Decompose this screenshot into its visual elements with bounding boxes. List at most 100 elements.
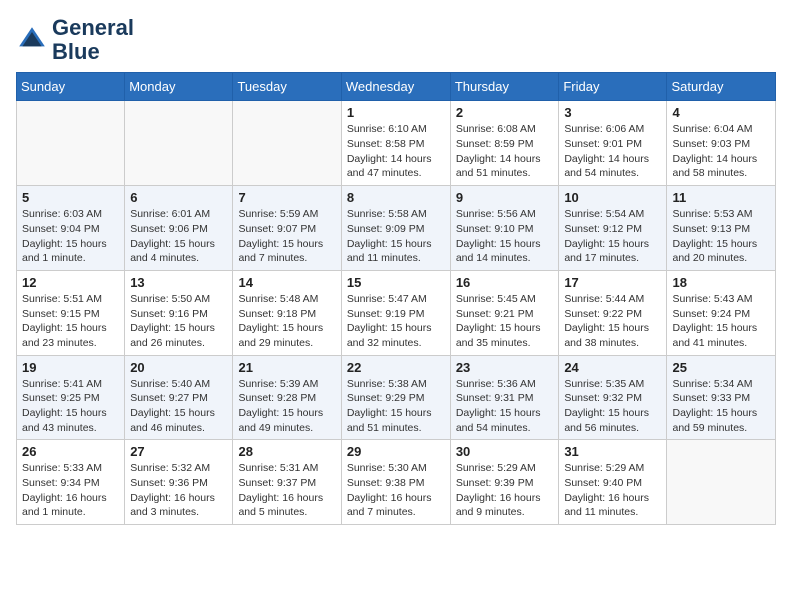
day-number: 4 [672,105,770,120]
day-number: 12 [22,275,119,290]
calendar-cell: 4 Sunrise: 6:04 AM Sunset: 9:03 PM Daylig… [667,101,776,186]
cell-content: Sunrise: 5:31 AM Sunset: 9:37 PM Dayligh… [238,461,335,520]
cell-content: Sunrise: 5:34 AM Sunset: 9:33 PM Dayligh… [672,377,770,436]
calendar-cell: 15 Sunrise: 5:47 AM Sunset: 9:19 PM Dayli… [341,270,450,355]
cell-content: Sunrise: 5:51 AM Sunset: 9:15 PM Dayligh… [22,292,119,351]
calendar-cell [125,101,233,186]
calendar-cell: 2 Sunrise: 6:08 AM Sunset: 8:59 PM Daylig… [450,101,559,186]
calendar-cell [667,440,776,525]
day-number: 18 [672,275,770,290]
day-number: 10 [564,190,661,205]
day-number: 16 [456,275,554,290]
column-header-friday: Friday [559,73,667,101]
cell-content: Sunrise: 5:29 AM Sunset: 9:39 PM Dayligh… [456,461,554,520]
day-number: 5 [22,190,119,205]
calendar-cell: 11 Sunrise: 5:53 AM Sunset: 9:13 PM Dayli… [667,186,776,271]
day-number: 27 [130,444,227,459]
cell-content: Sunrise: 5:29 AM Sunset: 9:40 PM Dayligh… [564,461,661,520]
calendar-cell: 14 Sunrise: 5:48 AM Sunset: 9:18 PM Dayli… [233,270,341,355]
calendar-cell: 31 Sunrise: 5:29 AM Sunset: 9:40 PM Dayli… [559,440,667,525]
cell-content: Sunrise: 6:04 AM Sunset: 9:03 PM Dayligh… [672,122,770,181]
calendar-cell: 26 Sunrise: 5:33 AM Sunset: 9:34 PM Dayli… [17,440,125,525]
day-number: 28 [238,444,335,459]
day-number: 26 [22,444,119,459]
calendar-header-row: SundayMondayTuesdayWednesdayThursdayFrid… [17,73,776,101]
day-number: 11 [672,190,770,205]
cell-content: Sunrise: 5:45 AM Sunset: 9:21 PM Dayligh… [456,292,554,351]
cell-content: Sunrise: 5:33 AM Sunset: 9:34 PM Dayligh… [22,461,119,520]
calendar-cell: 13 Sunrise: 5:50 AM Sunset: 9:16 PM Dayli… [125,270,233,355]
day-number: 14 [238,275,335,290]
calendar-cell: 5 Sunrise: 6:03 AM Sunset: 9:04 PM Daylig… [17,186,125,271]
day-number: 21 [238,360,335,375]
day-number: 31 [564,444,661,459]
cell-content: Sunrise: 5:32 AM Sunset: 9:36 PM Dayligh… [130,461,227,520]
calendar-week-row: 12 Sunrise: 5:51 AM Sunset: 9:15 PM Dayli… [17,270,776,355]
calendar-cell: 24 Sunrise: 5:35 AM Sunset: 9:32 PM Dayli… [559,355,667,440]
calendar-cell: 22 Sunrise: 5:38 AM Sunset: 9:29 PM Dayli… [341,355,450,440]
cell-content: Sunrise: 5:36 AM Sunset: 9:31 PM Dayligh… [456,377,554,436]
cell-content: Sunrise: 6:08 AM Sunset: 8:59 PM Dayligh… [456,122,554,181]
day-number: 25 [672,360,770,375]
cell-content: Sunrise: 5:58 AM Sunset: 9:09 PM Dayligh… [347,207,445,266]
day-number: 9 [456,190,554,205]
day-number: 3 [564,105,661,120]
cell-content: Sunrise: 5:54 AM Sunset: 9:12 PM Dayligh… [564,207,661,266]
cell-content: Sunrise: 5:38 AM Sunset: 9:29 PM Dayligh… [347,377,445,436]
day-number: 8 [347,190,445,205]
day-number: 17 [564,275,661,290]
cell-content: Sunrise: 5:30 AM Sunset: 9:38 PM Dayligh… [347,461,445,520]
calendar-cell: 9 Sunrise: 5:56 AM Sunset: 9:10 PM Daylig… [450,186,559,271]
calendar-cell [17,101,125,186]
cell-content: Sunrise: 5:35 AM Sunset: 9:32 PM Dayligh… [564,377,661,436]
cell-content: Sunrise: 6:06 AM Sunset: 9:01 PM Dayligh… [564,122,661,181]
day-number: 2 [456,105,554,120]
cell-content: Sunrise: 5:50 AM Sunset: 9:16 PM Dayligh… [130,292,227,351]
calendar-cell: 19Sunrise: 5:41 AM Sunset: 9:25 PM Dayli… [17,355,125,440]
calendar-cell: 7Sunrise: 5:59 AM Sunset: 9:07 PM Daylig… [233,186,341,271]
column-header-wednesday: Wednesday [341,73,450,101]
day-number: 22 [347,360,445,375]
logo-text: General Blue [52,16,134,64]
calendar-table: SundayMondayTuesdayWednesdayThursdayFrid… [16,72,776,525]
day-number: 24 [564,360,661,375]
calendar-cell: 28 Sunrise: 5:31 AM Sunset: 9:37 PM Dayli… [233,440,341,525]
cell-content: Sunrise: 6:03 AM Sunset: 9:04 PM Dayligh… [22,207,119,266]
cell-content: Sunrise: 5:56 AM Sunset: 9:10 PM Dayligh… [456,207,554,266]
calendar-cell: 30 Sunrise: 5:29 AM Sunset: 9:39 PM Dayli… [450,440,559,525]
calendar-cell: 6Sunrise: 6:01 AM Sunset: 9:06 PM Daylig… [125,186,233,271]
day-number: 13 [130,275,227,290]
logo: General Blue [16,16,134,64]
calendar-cell: 25 Sunrise: 5:34 AM Sunset: 9:33 PM Dayli… [667,355,776,440]
column-header-sunday: Sunday [17,73,125,101]
cell-content: Sunrise: 5:43 AM Sunset: 9:24 PM Dayligh… [672,292,770,351]
calendar-cell: 23 Sunrise: 5:36 AM Sunset: 9:31 PM Dayli… [450,355,559,440]
page-header: General Blue [16,16,776,64]
calendar-week-row: 19Sunrise: 5:41 AM Sunset: 9:25 PM Dayli… [17,355,776,440]
calendar-cell: 29 Sunrise: 5:30 AM Sunset: 9:38 PM Dayli… [341,440,450,525]
column-header-thursday: Thursday [450,73,559,101]
column-header-saturday: Saturday [667,73,776,101]
day-number: 30 [456,444,554,459]
cell-content: Sunrise: 5:41 AM Sunset: 9:25 PM Dayligh… [22,377,119,436]
column-header-monday: Monday [125,73,233,101]
calendar-week-row: 26 Sunrise: 5:33 AM Sunset: 9:34 PM Dayli… [17,440,776,525]
calendar-week-row: 1Sunrise: 6:10 AM Sunset: 8:58 PM Daylig… [17,101,776,186]
calendar-cell: 8 Sunrise: 5:58 AM Sunset: 9:09 PM Daylig… [341,186,450,271]
cell-content: Sunrise: 5:59 AM Sunset: 9:07 PM Dayligh… [238,207,335,266]
calendar-week-row: 5 Sunrise: 6:03 AM Sunset: 9:04 PM Daylig… [17,186,776,271]
day-number: 29 [347,444,445,459]
calendar-cell: 10 Sunrise: 5:54 AM Sunset: 9:12 PM Dayli… [559,186,667,271]
calendar-cell: 20Sunrise: 5:40 AM Sunset: 9:27 PM Dayli… [125,355,233,440]
day-number: 15 [347,275,445,290]
cell-content: Sunrise: 5:47 AM Sunset: 9:19 PM Dayligh… [347,292,445,351]
cell-content: Sunrise: 5:39 AM Sunset: 9:28 PM Dayligh… [238,377,335,436]
calendar-cell: 21 Sunrise: 5:39 AM Sunset: 9:28 PM Dayli… [233,355,341,440]
calendar-cell: 16 Sunrise: 5:45 AM Sunset: 9:21 PM Dayli… [450,270,559,355]
calendar-cell: 17Sunrise: 5:44 AM Sunset: 9:22 PM Dayli… [559,270,667,355]
cell-content: Sunrise: 6:10 AM Sunset: 8:58 PM Dayligh… [347,122,445,181]
calendar-cell: 18 Sunrise: 5:43 AM Sunset: 9:24 PM Dayli… [667,270,776,355]
cell-content: Sunrise: 5:48 AM Sunset: 9:18 PM Dayligh… [238,292,335,351]
cell-content: Sunrise: 5:53 AM Sunset: 9:13 PM Dayligh… [672,207,770,266]
day-number: 23 [456,360,554,375]
